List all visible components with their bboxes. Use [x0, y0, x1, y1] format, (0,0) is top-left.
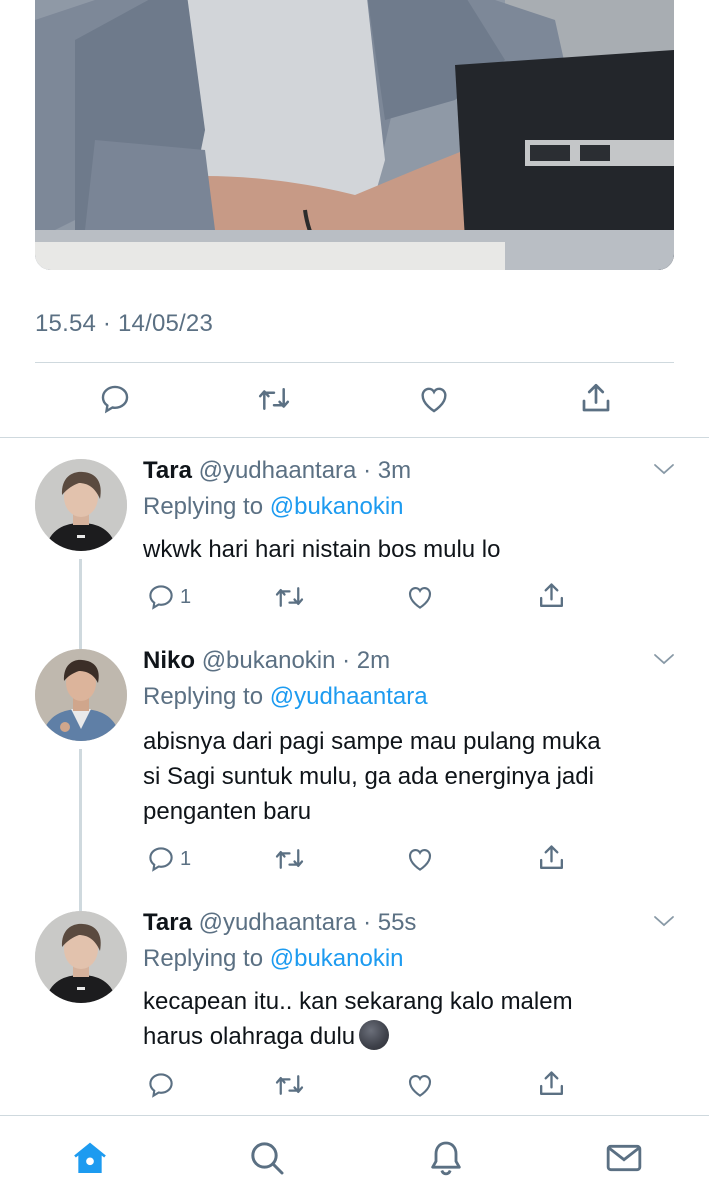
reply-text-line: kecapean itu.. kan sekarang kalo malem — [143, 988, 573, 1015]
mention-link[interactable]: @bukanokin — [270, 493, 404, 520]
replying-to: Replying to @bukanokin — [143, 493, 404, 521]
reply-button[interactable]: 1 — [146, 582, 191, 612]
tab-messages[interactable] — [604, 1138, 644, 1183]
reply-time: · 3m — [363, 457, 412, 484]
tab-notifications[interactable] — [426, 1138, 466, 1183]
share-icon — [540, 583, 563, 607]
heart-icon — [408, 848, 432, 871]
divider — [35, 362, 674, 363]
share-button[interactable] — [536, 580, 567, 611]
replying-to-label: Replying to — [143, 945, 264, 972]
reply-text: wkwk hari hari nistain bos mulu lo — [143, 532, 683, 567]
retweet-button[interactable] — [273, 1070, 306, 1100]
reply-text-line: si Sagi suntuk mulu, ga ada energinya ja… — [143, 763, 594, 790]
mail-icon — [606, 1144, 642, 1172]
share-icon — [540, 845, 563, 869]
thread-line — [79, 890, 82, 911]
mention-link[interactable]: @bukanokin — [270, 945, 404, 972]
user-handle[interactable]: @bukanokin — [202, 647, 336, 674]
replying-to-label: Replying to — [143, 683, 264, 710]
chevron-down-icon — [654, 464, 674, 475]
heart-icon — [421, 387, 447, 413]
home-icon — [74, 1142, 106, 1173]
tweet-timestamp: 15.54 · 14/05/23 — [35, 310, 214, 337]
replying-to: Replying to @yudhaantara — [143, 683, 428, 711]
heart-icon — [408, 1074, 432, 1097]
tab-search[interactable] — [247, 1138, 287, 1183]
thread-line — [79, 749, 82, 900]
display-name[interactable]: Tara — [143, 909, 192, 936]
share-button[interactable] — [536, 842, 567, 873]
retweet-icon — [258, 388, 290, 410]
share-icon — [582, 383, 610, 412]
retweet-icon — [275, 587, 304, 607]
avatar[interactable] — [35, 911, 127, 1003]
tab-home[interactable] — [70, 1138, 110, 1183]
chevron-down-icon — [654, 916, 674, 927]
share-button[interactable] — [536, 1068, 567, 1099]
reply-time: · 55s — [363, 909, 417, 936]
like-button[interactable] — [405, 844, 435, 874]
chevron-down-icon — [654, 654, 674, 665]
avatar[interactable] — [35, 649, 127, 741]
new-moon-face-emoji — [359, 1020, 390, 1050]
heart-icon — [408, 586, 432, 609]
reply-text-line: harus olahraga dulu — [143, 1023, 356, 1050]
reply-icon — [149, 1073, 173, 1098]
search-icon — [251, 1142, 284, 1175]
bell-icon — [431, 1141, 461, 1176]
replying-to: Replying to @bukanokin — [143, 945, 404, 973]
more-options-button[interactable] — [652, 910, 676, 937]
thread-line — [79, 628, 82, 649]
retweet-icon — [275, 849, 304, 869]
bottom-tab-bar — [0, 1115, 709, 1200]
retweet-icon — [275, 1075, 304, 1095]
reply-count: 1 — [180, 847, 192, 870]
display-name[interactable]: Niko — [143, 647, 195, 674]
replying-to-label: Replying to — [143, 493, 264, 520]
reply-text: abisnya dari pagi sampe mau pulang muka … — [143, 724, 683, 829]
avatar[interactable] — [35, 459, 127, 551]
reply-tweet[interactable]: Niko @bukanokin · 2m Replying to @yudhaa… — [0, 628, 709, 900]
user-handle[interactable]: @yudhaantara — [199, 457, 357, 484]
reply-header: Tara @yudhaantara · 3m — [143, 457, 411, 485]
reply-button[interactable] — [98, 382, 132, 416]
share-icon — [540, 1071, 563, 1095]
reply-button[interactable] — [146, 1070, 180, 1100]
tweet-action-bar — [0, 378, 709, 424]
reply-time: · 2m — [342, 647, 391, 674]
retweet-button[interactable] — [273, 844, 306, 874]
retweet-button[interactable] — [256, 382, 292, 416]
user-handle[interactable]: @yudhaantara — [199, 909, 357, 936]
reply-header: Niko @bukanokin · 2m — [143, 647, 390, 675]
share-button[interactable] — [578, 380, 614, 416]
reply-text-line: penganten baru — [143, 798, 312, 825]
more-options-button[interactable] — [652, 648, 676, 675]
reply-icon — [149, 585, 173, 610]
reply-count: 1 — [180, 585, 192, 608]
reply-text: kecapean itu.. kan sekarang kalo malem h… — [143, 984, 683, 1054]
reply-tweet[interactable]: Tara @yudhaantara · 55s Replying to @buk… — [0, 890, 709, 1115]
more-options-button[interactable] — [652, 458, 676, 485]
display-name[interactable]: Tara — [143, 457, 192, 484]
mention-link[interactable]: @yudhaantara — [270, 683, 428, 710]
reply-text-line: wkwk hari hari nistain bos mulu lo — [143, 536, 501, 563]
reply-text-line: abisnya dari pagi sampe mau pulang muka — [143, 728, 601, 755]
reply-icon — [149, 847, 173, 872]
like-button[interactable] — [405, 582, 435, 612]
retweet-button[interactable] — [273, 582, 306, 612]
reply-tweet[interactable]: Tara @yudhaantara · 3m Replying to @buka… — [0, 438, 709, 640]
like-button[interactable] — [417, 382, 451, 416]
reply-icon — [101, 385, 129, 414]
tweet-media-photo[interactable] — [35, 0, 674, 270]
like-button[interactable] — [405, 1070, 435, 1100]
reply-button[interactable]: 1 — [146, 844, 191, 874]
reply-header: Tara @yudhaantara · 55s — [143, 909, 416, 937]
